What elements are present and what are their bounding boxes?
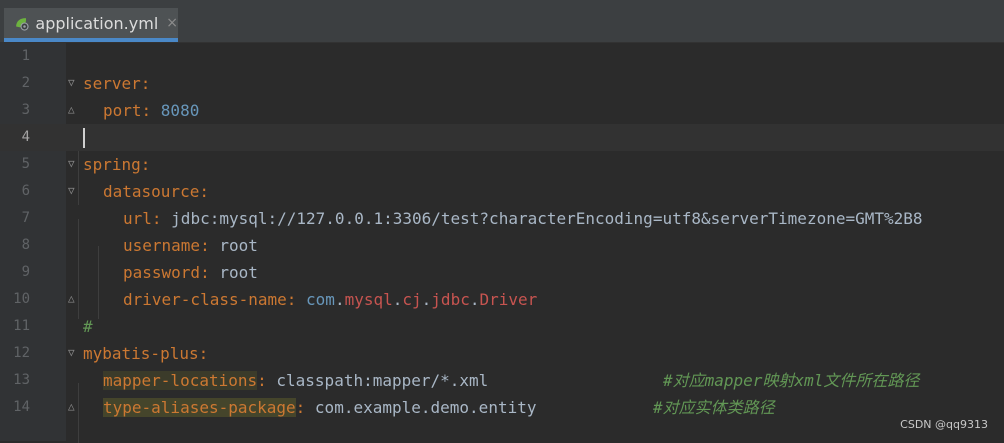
comment-text: #对应实体类路径 (653, 398, 775, 417)
code-line-1[interactable]: 1 (0, 43, 1004, 70)
spring-yaml-icon (16, 18, 29, 31)
code-line-6[interactable]: 6 ▽ datasource: (0, 178, 1004, 205)
code-text: driver-class-name: com.mysql.cj.jdbc.Dri… (123, 290, 538, 309)
code-line-10[interactable]: 10 △ driver-class-name: com.mysql.cj.jdb… (0, 286, 1004, 313)
code-text: spring: (83, 155, 151, 174)
close-tab-icon[interactable]: × (166, 15, 178, 31)
line-number: 9 (21, 264, 30, 280)
line-number: 10 (13, 291, 30, 307)
editor-tab-bar: application.yml × (0, 0, 1004, 43)
code-text: url: jdbc:mysql://127.0.0.1:3306/test?ch… (123, 209, 923, 228)
code-line-12[interactable]: 12 ▽ mybatis-plus: (0, 340, 1004, 367)
code-line-4[interactable]: 4 (0, 124, 1004, 151)
tab-application-yml[interactable]: application.yml × (4, 8, 178, 42)
line-number: 1 (21, 48, 30, 64)
code-line-5[interactable]: 5 ▽ spring: (0, 151, 1004, 178)
text-caret (83, 128, 85, 148)
line-number: 13 (13, 372, 30, 388)
tab-title: application.yml (35, 13, 159, 33)
fold-open-icon[interactable]: ▽ (68, 184, 80, 198)
line-number: 7 (21, 210, 30, 226)
comment-text: #对应mapper映射xml文件所在路径 (663, 371, 920, 390)
code-text: mapper-locations: classpath:mapper/*.xml (103, 371, 489, 390)
code-line-11[interactable]: 11 # (0, 313, 1004, 340)
fold-end-icon[interactable]: △ (68, 292, 80, 306)
code-text: datasource: (103, 182, 209, 201)
fold-end-icon[interactable]: △ (68, 400, 80, 414)
line-number: 3 (21, 102, 30, 118)
code-line-14[interactable]: 14 △ type-aliases-package: com.example.d… (0, 394, 1004, 421)
code-text: mybatis-plus: (83, 344, 209, 363)
code-text: username: root (123, 236, 258, 255)
fold-open-icon[interactable]: ▽ (68, 157, 80, 171)
watermark: CSDN @qq9313 (900, 418, 988, 431)
line-number: 6 (21, 183, 30, 199)
line-number: 2 (21, 75, 30, 91)
line-number: 5 (21, 156, 30, 172)
code-line-9[interactable]: 9 password: root (0, 259, 1004, 286)
code-text: password: root (123, 263, 258, 282)
highlighted-key: type-aliases-package (103, 398, 296, 417)
line-number: 12 (13, 345, 30, 361)
code-line-7[interactable]: 7 url: jdbc:mysql://127.0.0.1:3306/test?… (0, 205, 1004, 232)
comment-text: # (83, 317, 93, 336)
code-text: type-aliases-package: com.example.demo.e… (103, 398, 537, 417)
line-number: 4 (21, 129, 30, 145)
fold-open-icon[interactable]: ▽ (68, 76, 80, 90)
code-line-2[interactable]: 2 ▽ server: (0, 70, 1004, 97)
code-text: port: 8080 (103, 101, 200, 120)
line-number: 8 (21, 237, 30, 253)
code-line-13[interactable]: 13 mapper-locations: classpath:mapper/*.… (0, 367, 1004, 394)
code-line-8[interactable]: 8 username: root (0, 232, 1004, 259)
fold-end-icon[interactable]: △ (68, 103, 80, 117)
highlighted-key: mapper-locations (103, 371, 258, 390)
code-text: server: (83, 74, 151, 93)
fold-open-icon[interactable]: ▽ (68, 346, 80, 360)
code-line-3[interactable]: 3 △ port: 8080 (0, 97, 1004, 124)
line-number: 11 (13, 318, 30, 334)
line-number: 14 (13, 399, 30, 415)
